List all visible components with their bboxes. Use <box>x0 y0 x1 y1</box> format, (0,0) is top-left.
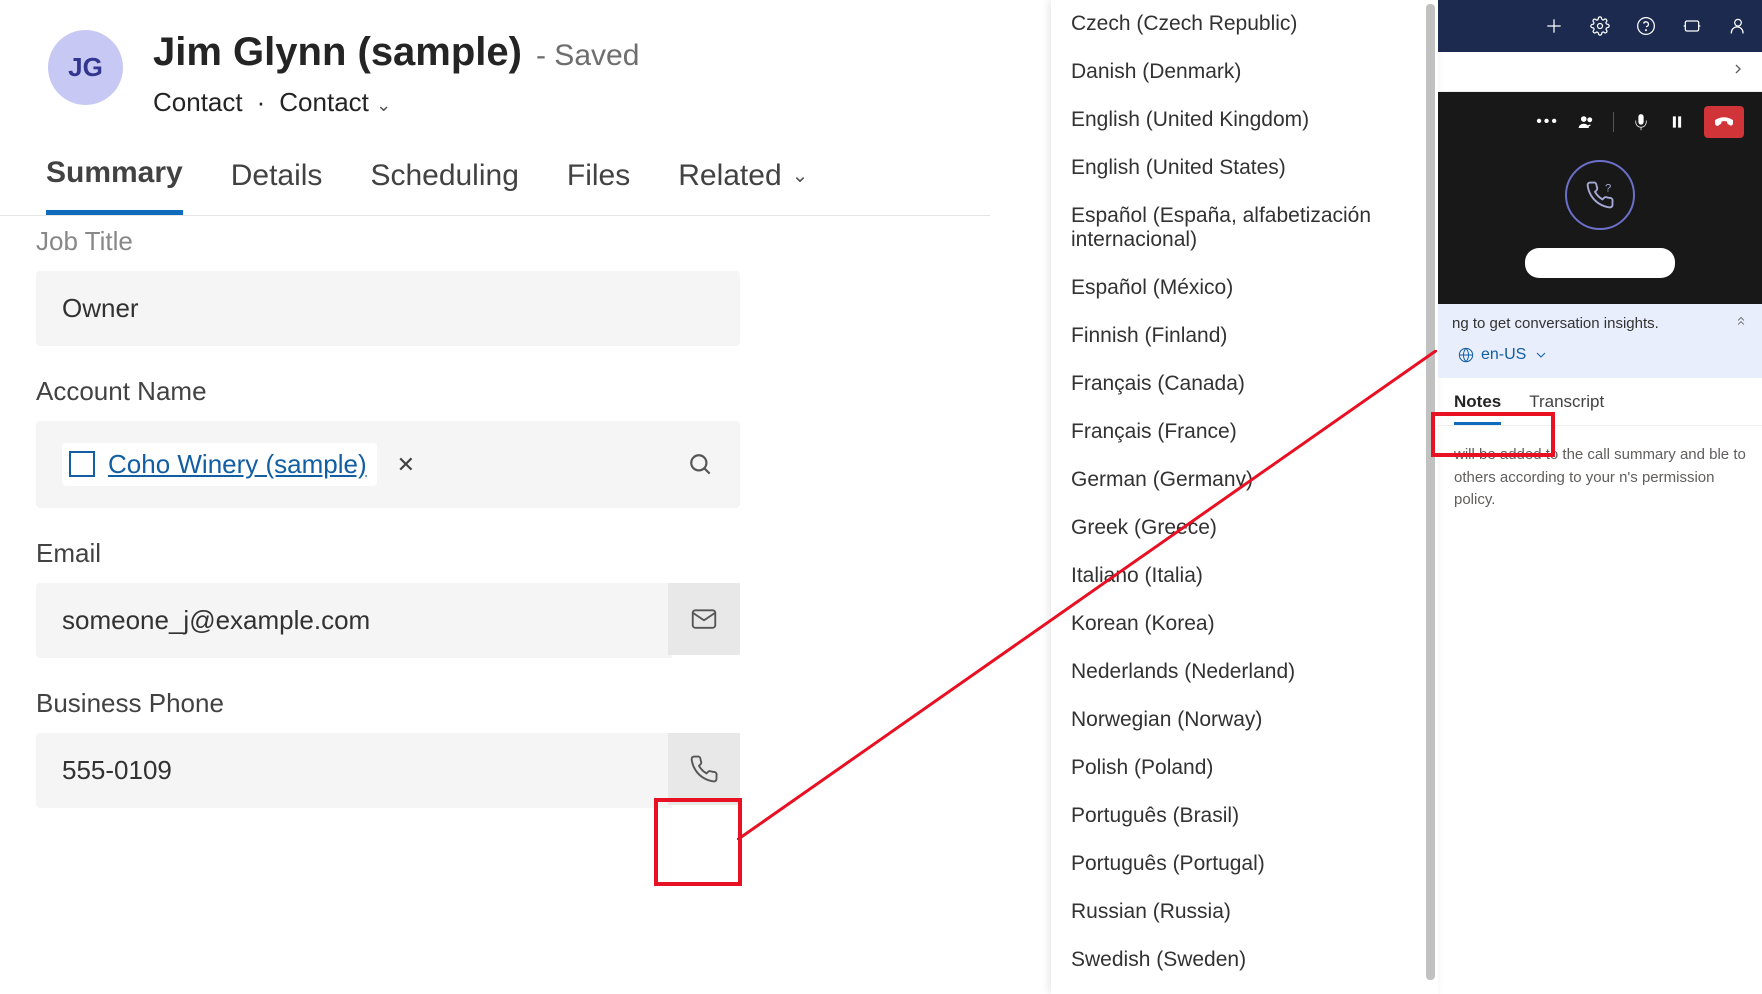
avatar: JG <box>48 30 123 105</box>
more-options-button[interactable]: ••• <box>1536 113 1559 131</box>
language-option[interactable]: Nederlands (Nederland) <box>1051 648 1438 696</box>
contact-record-panel: JG Jim Glynn (sample) - Saved Contact · … <box>0 0 990 848</box>
language-option[interactable]: Korean (Korea) <box>1051 600 1438 648</box>
caller-avatar: ? <box>1565 160 1635 230</box>
svg-text:?: ? <box>1605 182 1611 194</box>
saved-indicator: - Saved <box>536 39 639 73</box>
language-option[interactable]: Français (Canada) <box>1051 360 1438 408</box>
tab-related[interactable]: Related ⌄ <box>678 156 808 215</box>
language-option[interactable]: Greek (Greece) <box>1051 504 1438 552</box>
chevron-down-icon: ⌄ <box>376 95 391 115</box>
mute-button[interactable] <box>1632 113 1650 131</box>
call-phone-button[interactable] <box>668 733 740 805</box>
field-label-phone: Business Phone <box>36 688 740 719</box>
call-panel-tabs: Notes Transcript <box>1438 378 1762 426</box>
account-lookup-chip[interactable]: Coho Winery (sample) <box>62 443 377 486</box>
entity-type: Contact <box>153 87 243 118</box>
insight-bar: ng to get conversation insights. <box>1438 304 1762 342</box>
language-option[interactable]: Norwegian (Norway) <box>1051 696 1438 744</box>
mail-icon <box>689 604 719 634</box>
form-body: Job Title Owner Account Name Coho Winery… <box>0 216 780 848</box>
assistant-button[interactable] <box>1682 16 1702 36</box>
tab-scheduling[interactable]: Scheduling <box>370 156 518 215</box>
language-selector[interactable]: en-US <box>1452 342 1555 368</box>
collapse-row <box>1438 52 1762 92</box>
breadcrumb: Contact · Contact ⌄ <box>153 87 639 118</box>
form-selector[interactable]: Contact ⌄ <box>279 87 391 118</box>
language-option[interactable]: Français (France) <box>1051 408 1438 456</box>
field-label-job-title: Job Title <box>36 226 740 257</box>
phone-icon <box>689 754 719 784</box>
call-panel: ••• ? <box>1438 92 1762 304</box>
language-option[interactable]: Czech (Czech Republic) <box>1051 0 1438 48</box>
account-name-input[interactable]: Coho Winery (sample) ✕ <box>36 421 740 508</box>
email-input[interactable]: someone_j@example.com <box>36 583 672 658</box>
language-option[interactable]: Finnish (Finland) <box>1051 312 1438 360</box>
account-entity-icon <box>72 454 94 476</box>
add-button[interactable] <box>1544 16 1564 36</box>
field-label-account: Account Name <box>36 376 740 407</box>
collapse-panel-button[interactable] <box>1730 61 1746 82</box>
language-option[interactable]: Português (Portugal) <box>1051 840 1438 888</box>
language-option[interactable]: Español (México) <box>1051 264 1438 312</box>
language-option[interactable]: English (United States) <box>1051 144 1438 192</box>
language-option[interactable]: Danish (Denmark) <box>1051 48 1438 96</box>
phone-question-icon: ? <box>1585 180 1615 210</box>
participants-button[interactable] <box>1577 113 1595 131</box>
hold-button[interactable] <box>1668 113 1686 131</box>
app-top-bar <box>1438 0 1762 52</box>
send-email-button[interactable] <box>668 583 740 655</box>
search-icon[interactable] <box>688 452 714 478</box>
language-option[interactable]: Russian (Russia) <box>1051 888 1438 936</box>
chevron-down-icon: ⌄ <box>792 163 809 188</box>
language-option[interactable]: Swedish (Sweden) <box>1051 936 1438 984</box>
record-tabs: Summary Details Scheduling Files Related… <box>0 118 990 216</box>
contact-name: Jim Glynn (sample) <box>153 30 522 75</box>
scrollbar[interactable] <box>1426 4 1435 980</box>
language-option[interactable]: German (Germany) <box>1051 456 1438 504</box>
chevron-down-icon <box>1533 347 1549 363</box>
insight-text: ng to get conversation insights. <box>1452 315 1659 332</box>
divider <box>1613 112 1614 132</box>
tab-notes[interactable]: Notes <box>1454 392 1501 425</box>
language-option[interactable]: Polish (Poland) <box>1051 744 1438 792</box>
settings-button[interactable] <box>1590 16 1610 36</box>
collapse-insight-button[interactable] <box>1734 314 1748 332</box>
language-option[interactable]: Português (Brasil) <box>1051 792 1438 840</box>
notes-placeholder: will be added to the call summary and bl… <box>1438 426 1762 530</box>
caller-name-redacted <box>1525 248 1675 278</box>
language-option[interactable]: Español (España, alfabetización internac… <box>1051 192 1438 264</box>
tab-details[interactable]: Details <box>231 156 323 215</box>
tab-files[interactable]: Files <box>567 156 630 215</box>
remove-lookup-button[interactable]: ✕ <box>397 452 415 478</box>
language-option[interactable]: Italiano (Italia) <box>1051 552 1438 600</box>
job-title-input[interactable]: Owner <box>36 271 740 346</box>
tab-summary[interactable]: Summary <box>46 156 183 215</box>
tab-transcript[interactable]: Transcript <box>1529 392 1604 425</box>
language-dropdown[interactable]: Czech (Czech Republic)Danish (Denmark)En… <box>1051 0 1438 994</box>
language-option[interactable]: English (United Kingdom) <box>1051 96 1438 144</box>
breadcrumb-separator: · <box>257 87 266 118</box>
right-panel: ••• ? ng to get conversation insights. e… <box>1438 0 1762 530</box>
globe-icon <box>1458 347 1474 363</box>
business-phone-input[interactable]: 555-0109 <box>36 733 672 808</box>
profile-button[interactable] <box>1728 16 1748 36</box>
help-button[interactable] <box>1636 16 1656 36</box>
hangup-button[interactable] <box>1704 106 1744 138</box>
record-header: JG Jim Glynn (sample) - Saved Contact · … <box>0 0 990 118</box>
account-link[interactable]: Coho Winery (sample) <box>108 449 367 480</box>
field-label-email: Email <box>36 538 740 569</box>
language-option[interactable]: Thai (Thailand) <box>1051 984 1438 994</box>
